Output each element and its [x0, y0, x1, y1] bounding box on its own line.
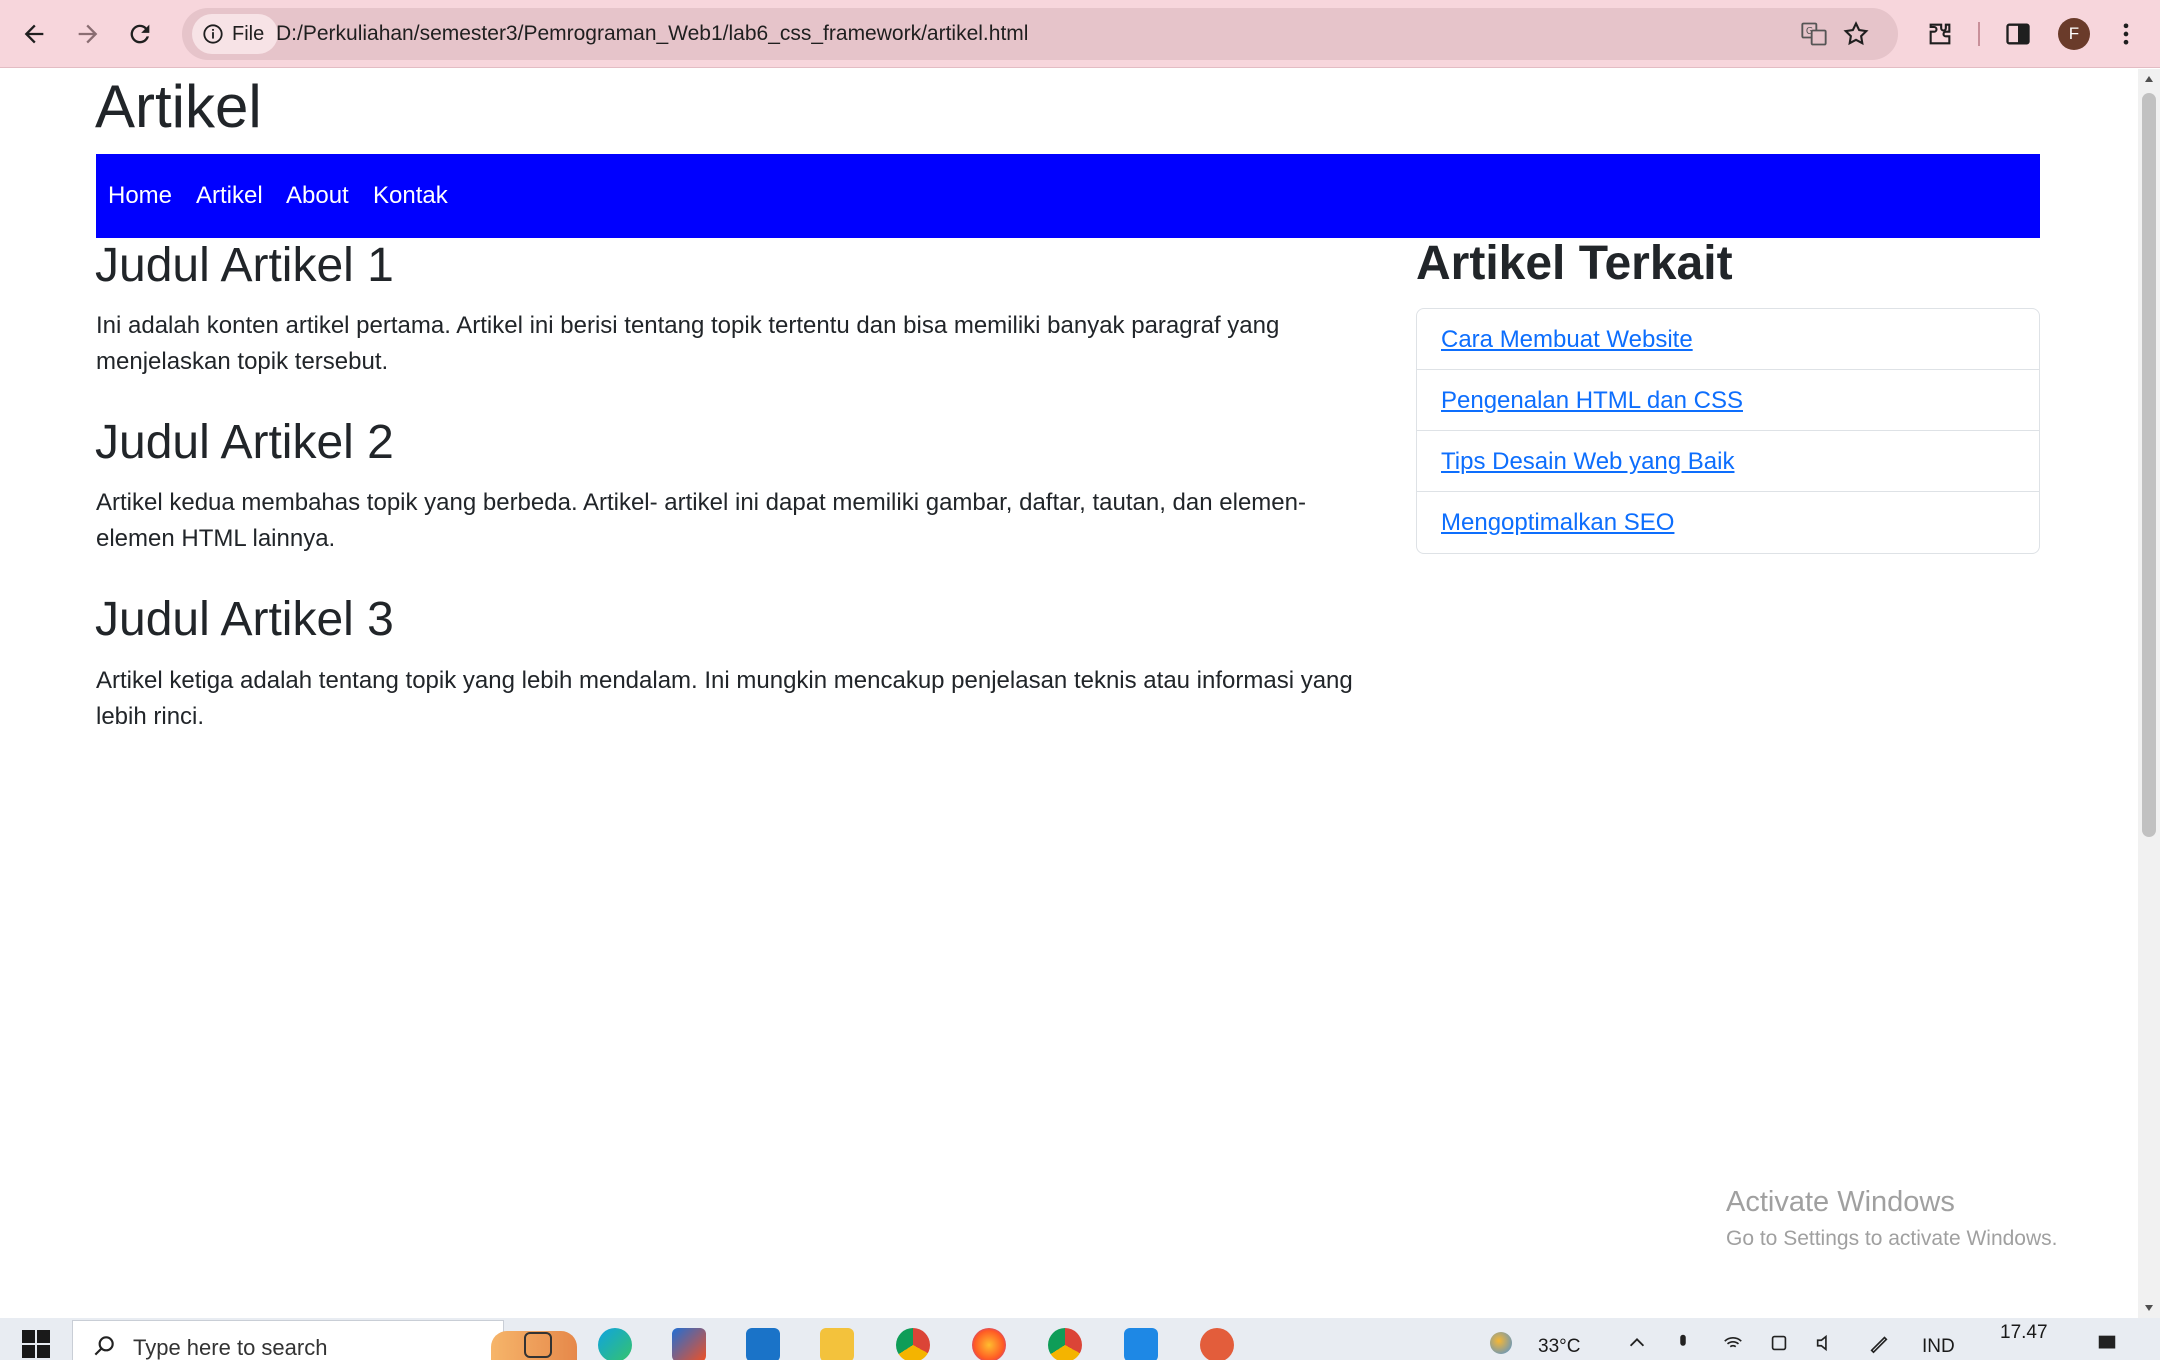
- windows-taskbar: Type here to search 33°C IND 17.47: [0, 1318, 2160, 1360]
- puzzle-icon: [1929, 23, 1951, 45]
- reload-button[interactable]: [118, 12, 162, 56]
- watermark-subtitle: Go to Settings to activate Windows.: [1726, 1227, 2058, 1250]
- windows-start-icon[interactable]: [22, 1330, 50, 1358]
- speaker-icon[interactable]: [1814, 1332, 1836, 1354]
- weather-temperature: 33°C: [1538, 1336, 1581, 1357]
- profile-avatar[interactable]: F: [2058, 18, 2090, 50]
- article-text-3: Artikel ketiga adalah tentang topik yang…: [96, 663, 1376, 735]
- app-icon[interactable]: [1200, 1328, 1234, 1360]
- page-scrollbar[interactable]: [2138, 69, 2160, 1318]
- watermark-title: Activate Windows: [1726, 1186, 1955, 1218]
- arrow-left-icon: [24, 24, 44, 44]
- info-icon: [203, 24, 223, 44]
- article-text-2-line1: Artikel kedua membahas topik yang berbed…: [96, 489, 1306, 516]
- nav-home[interactable]: Home: [108, 154, 172, 238]
- related-link-2[interactable]: Pengenalan HTML dan CSS: [1441, 387, 1743, 414]
- article-text-1-line2: menjelaskan topik tersebut.: [96, 348, 389, 375]
- chrome-profile-icon[interactable]: [1048, 1328, 1082, 1360]
- scroll-down-arrow[interactable]: [2138, 1298, 2160, 1318]
- arrow-right-icon: [78, 24, 98, 44]
- toolbar-divider: [1978, 22, 1980, 46]
- site-chip-label: File: [232, 22, 265, 45]
- list-item: Cara Membuat Website: [1417, 309, 2039, 370]
- forward-button[interactable]: [66, 12, 110, 56]
- list-item: Tips Desain Web yang Baik: [1417, 431, 2039, 492]
- edge-browser-icon[interactable]: [598, 1328, 632, 1360]
- translate-icon[interactable]: G: [1798, 18, 1830, 50]
- kebab-menu-icon: [2123, 23, 2129, 45]
- clock-time[interactable]: 17.47: [2000, 1322, 2048, 1344]
- microphone-icon[interactable]: [1672, 1332, 1694, 1354]
- search-icon: [94, 1336, 114, 1356]
- related-link-4[interactable]: Mengoptimalkan SEO: [1441, 509, 1674, 536]
- article-text-2-line2: elemen HTML lainnya.: [96, 525, 336, 552]
- vscode-icon[interactable]: [1124, 1328, 1158, 1360]
- sidebar-title: Artikel Terkait: [1416, 237, 1733, 290]
- pen-icon[interactable]: [1868, 1332, 1890, 1354]
- mail-icon[interactable]: [746, 1328, 780, 1360]
- back-button[interactable]: [12, 12, 56, 56]
- side-panel-button[interactable]: [1996, 12, 2040, 56]
- notification-icon[interactable]: [2096, 1332, 2118, 1354]
- bookmark-star-icon[interactable]: [1840, 18, 1872, 50]
- weather-icon[interactable]: [1490, 1332, 1512, 1354]
- language-indicator[interactable]: IND: [1922, 1336, 1955, 1358]
- url-text[interactable]: D:/Perkuliahan/semester3/Pemrograman_Web…: [276, 8, 1028, 60]
- firefox-icon[interactable]: [972, 1328, 1006, 1360]
- address-bar[interactable]: File D:/Perkuliahan/semester3/Pemrograma…: [182, 8, 1898, 60]
- menu-button[interactable]: [2104, 12, 2148, 56]
- article-text-2: Artikel kedua membahas topik yang berbed…: [96, 485, 1376, 557]
- task-view-icon[interactable]: [524, 1332, 552, 1358]
- network-icon[interactable]: [1768, 1332, 1790, 1354]
- scroll-up-arrow[interactable]: [2138, 69, 2160, 89]
- article-text-1: Ini adalah konten artikel pertama. Artik…: [96, 308, 1376, 380]
- article-title-2: Judul Artikel 2: [95, 416, 394, 469]
- chevron-up-icon[interactable]: [1626, 1332, 1648, 1354]
- article-text-3-line2: lebih rinci.: [96, 703, 205, 730]
- related-articles-list: Cara Membuat Website Pengenalan HTML dan…: [1416, 308, 2040, 554]
- article-text-1-line1: Ini adalah konten artikel pertama. Artik…: [96, 312, 1280, 339]
- article-title-1: Judul Artikel 1: [95, 239, 394, 292]
- related-link-1[interactable]: Cara Membuat Website: [1441, 326, 1693, 353]
- site-info-chip[interactable]: File: [192, 14, 278, 54]
- nav-artikel[interactable]: Artikel: [196, 154, 263, 238]
- main-navbar: Home Artikel About Kontak: [96, 154, 2040, 238]
- list-item: Mengoptimalkan SEO: [1417, 492, 2039, 553]
- browser-toolbar: File D:/Perkuliahan/semester3/Pemrograma…: [0, 0, 2160, 68]
- extensions-button[interactable]: [1918, 12, 1962, 56]
- store-icon[interactable]: [672, 1328, 706, 1360]
- site-title: Artikel: [95, 73, 262, 140]
- article-title-3: Judul Artikel 3: [95, 593, 394, 646]
- search-placeholder: Type here to search: [133, 1335, 328, 1360]
- file-explorer-icon[interactable]: [820, 1328, 854, 1360]
- taskbar-search[interactable]: Type here to search: [72, 1320, 577, 1360]
- nav-about[interactable]: About: [286, 154, 349, 238]
- chrome-icon[interactable]: [896, 1328, 930, 1360]
- activation-watermark: Activate Windows Go to Settings to activ…: [1726, 1186, 2058, 1251]
- nav-kontak[interactable]: Kontak: [373, 154, 448, 238]
- article-text-3-line1: Artikel ketiga adalah tentang topik yang…: [96, 667, 1353, 694]
- wifi-icon[interactable]: [1722, 1332, 1744, 1354]
- related-link-3[interactable]: Tips Desain Web yang Baik: [1441, 448, 1734, 475]
- scrollbar-thumb[interactable]: [2142, 93, 2156, 837]
- reload-icon: [130, 24, 150, 44]
- list-item: Pengenalan HTML dan CSS: [1417, 370, 2039, 431]
- side-panel-icon: [2006, 23, 2030, 45]
- svg-text:G: G: [1806, 26, 1813, 37]
